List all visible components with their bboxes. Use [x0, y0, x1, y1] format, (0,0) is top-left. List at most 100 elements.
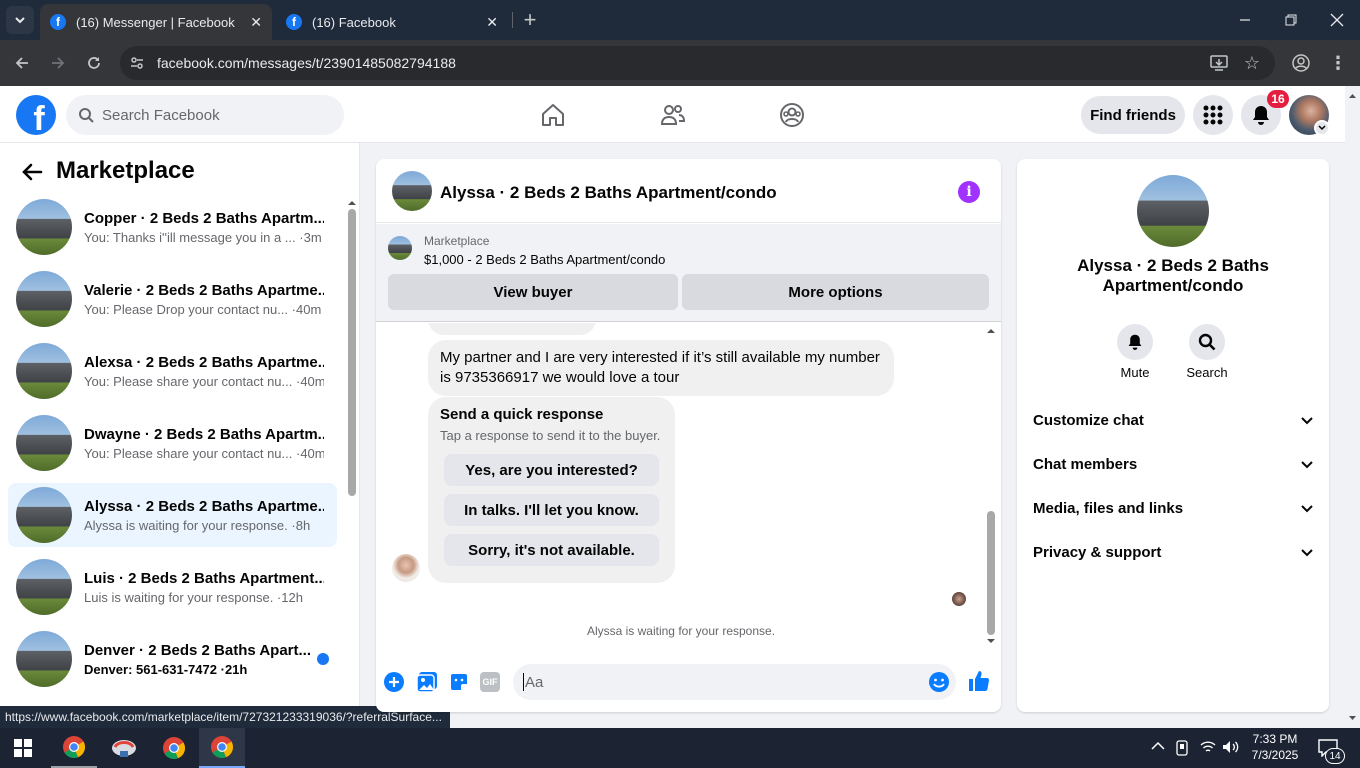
info-name[interactable]: Alyssa · 2 Beds 2 Baths Apartment/condo: [1057, 256, 1289, 296]
conversation-name: Dwayne · 2 Beds 2 Baths Apartm...: [84, 425, 324, 443]
conversation-name: Valerie · 2 Beds 2 Baths Apartme...: [84, 281, 324, 299]
plus-circle-icon[interactable]: [383, 671, 405, 693]
message-text: My partner and I are very interested if …: [440, 349, 880, 386]
close-tab-icon[interactable]: ✕: [250, 14, 262, 31]
search-label: Search: [1186, 365, 1228, 380]
mute-button[interactable]: [1117, 324, 1153, 360]
search-placeholder: Search Facebook: [102, 106, 220, 124]
browser-menu-icon[interactable]: ⋮: [1328, 52, 1348, 74]
restore-button[interactable]: [1276, 8, 1306, 32]
app-taskbar-icon[interactable]: [101, 728, 147, 768]
notification-center-badge: 14: [1325, 748, 1345, 764]
waiting-status: Alyssa is waiting for your response.: [586, 624, 776, 638]
gif-icon[interactable]: GIF: [480, 672, 500, 692]
listing-banner: Marketplace $1,000 - 2 Beds 2 Baths Apar…: [376, 224, 1001, 322]
wifi-icon[interactable]: [1200, 740, 1216, 754]
chat-members-section[interactable]: Chat members: [1033, 456, 1313, 473]
photo-icon[interactable]: [416, 671, 438, 693]
tray-chevron-up-icon[interactable]: [1151, 741, 1165, 751]
search-conversation-button[interactable]: [1189, 324, 1225, 360]
section-label: Media, files and links: [1033, 500, 1184, 517]
listing-title[interactable]: $1,000 - 2 Beds 2 Baths Apartment/condo: [424, 252, 665, 267]
message-input-placeholder: Aa: [525, 673, 544, 691]
conversation-item[interactable]: Denver · 2 Beds 2 Baths Apart... Denver:…: [8, 627, 337, 691]
profile-icon[interactable]: [1290, 52, 1312, 74]
clock[interactable]: 7:33 PM 7/3/2025: [1246, 731, 1304, 763]
account-chevron-icon[interactable]: [1314, 120, 1330, 136]
chrome-taskbar-icon[interactable]: [51, 728, 97, 768]
message-input[interactable]: Aa: [513, 664, 956, 700]
emoji-icon[interactable]: [928, 671, 950, 693]
clock-date: 7/3/2025: [1251, 748, 1299, 762]
facebook-favicon-icon: f: [50, 14, 66, 30]
conversation-preview: You: Please share your contact nu... ·40…: [84, 373, 324, 389]
chrome-profile-taskbar-icon[interactable]: [151, 728, 197, 768]
scrollbar-thumb[interactable]: [348, 209, 356, 496]
unread-dot: [317, 653, 329, 665]
quick-response-not-available-button[interactable]: Sorry, it's not available.: [444, 534, 659, 566]
back-button[interactable]: [8, 50, 36, 76]
more-options-button[interactable]: More options: [682, 274, 989, 310]
quick-response-yes-button[interactable]: Yes, are you interested?: [444, 454, 659, 486]
find-friends-button[interactable]: Find friends: [1081, 96, 1185, 134]
notification-center-count: 14: [1329, 750, 1341, 762]
address-bar[interactable]: facebook.com/messages/t/2390148508279418…: [120, 46, 1275, 80]
close-tab-icon[interactable]: ✕: [486, 14, 498, 31]
page-scrollbar[interactable]: [1345, 86, 1360, 728]
conversation-avatar: [16, 271, 72, 327]
windows-start-icon[interactable]: [14, 739, 32, 757]
conversation-item[interactable]: Dwayne · 2 Beds 2 Baths Apartm... You: P…: [8, 411, 337, 475]
site-info-icon[interactable]: [128, 54, 146, 72]
incoming-message[interactable]: My partner and I are very interested if …: [428, 340, 894, 396]
friends-nav-icon[interactable]: [660, 102, 686, 128]
home-nav-icon[interactable]: [540, 102, 566, 128]
chat-info-icon[interactable]: i: [958, 181, 980, 203]
listing-thumbnail[interactable]: [388, 236, 412, 260]
input-caret: [523, 673, 524, 691]
media-files-links-section[interactable]: Media, files and links: [1033, 500, 1313, 517]
reload-button[interactable]: [80, 50, 108, 76]
message-scrollbar[interactable]: [984, 323, 998, 648]
conversation-name: Denver · 2 Beds 2 Baths Apart...: [84, 641, 312, 659]
new-tab-button[interactable]: +: [518, 7, 542, 32]
view-buyer-button[interactable]: View buyer: [388, 274, 678, 310]
customize-chat-section[interactable]: Customize chat: [1033, 412, 1313, 429]
close-window-button[interactable]: [1322, 8, 1352, 32]
conversation-preview: Alyssa is waiting for your response. ·8h: [84, 517, 311, 533]
tray-device-icon[interactable]: [1175, 740, 1189, 756]
quick-response-in-talks-button[interactable]: In talks. I'll let you know.: [444, 494, 659, 526]
chevron-down-icon: [1301, 504, 1313, 512]
chat-title[interactable]: Alyssa · 2 Beds 2 Baths Apartment/condo: [440, 183, 777, 203]
groups-nav-icon[interactable]: [779, 102, 805, 128]
chat-avatar[interactable]: [392, 171, 432, 211]
thumbs-up-icon[interactable]: [967, 669, 991, 693]
back-arrow-icon[interactable]: [20, 160, 44, 184]
tab-facebook[interactable]: f (16) Facebook ✕: [276, 4, 508, 40]
conversation-item[interactable]: Luis · 2 Beds 2 Baths Apartment... Luis …: [8, 555, 337, 619]
minimize-button[interactable]: [1230, 8, 1260, 32]
chrome-active-taskbar-icon[interactable]: [199, 728, 245, 768]
conversation-item[interactable]: Alexsa · 2 Beds 2 Baths Apartme... You: …: [8, 339, 337, 403]
conversation-item-selected[interactable]: Alyssa · 2 Beds 2 Baths Apartme... Alyss…: [8, 483, 337, 547]
section-label: Privacy & support: [1033, 544, 1162, 561]
chat-window: Alyssa · 2 Beds 2 Baths Apartment/condo …: [376, 159, 1001, 712]
grid-menu-icon: [1203, 105, 1223, 125]
sticker-icon[interactable]: [448, 671, 470, 693]
install-app-icon[interactable]: [1208, 52, 1230, 74]
bookmark-star-icon[interactable]: ☆: [1241, 52, 1263, 74]
privacy-support-section[interactable]: Privacy & support: [1033, 544, 1313, 561]
message-scrollbar-thumb[interactable]: [987, 511, 995, 635]
conversation-item[interactable]: Copper · 2 Beds 2 Baths Apartm... You: T…: [8, 195, 337, 259]
conversation-item[interactable]: Valerie · 2 Beds 2 Baths Apartme... You:…: [8, 267, 337, 331]
search-input[interactable]: Search Facebook: [66, 95, 344, 135]
reload-icon: [88, 57, 100, 69]
tab-messenger[interactable]: f (16) Messenger | Facebook ✕: [40, 4, 272, 40]
sender-avatar[interactable]: [392, 554, 420, 582]
facebook-logo-icon[interactable]: f: [16, 95, 56, 135]
tab-search-button[interactable]: [6, 6, 34, 34]
menu-button[interactable]: [1193, 95, 1233, 135]
volume-icon[interactable]: [1222, 740, 1240, 754]
info-avatar[interactable]: [1137, 175, 1209, 247]
conversation-list-scrollbar[interactable]: [345, 195, 359, 725]
forward-button[interactable]: [44, 50, 72, 76]
